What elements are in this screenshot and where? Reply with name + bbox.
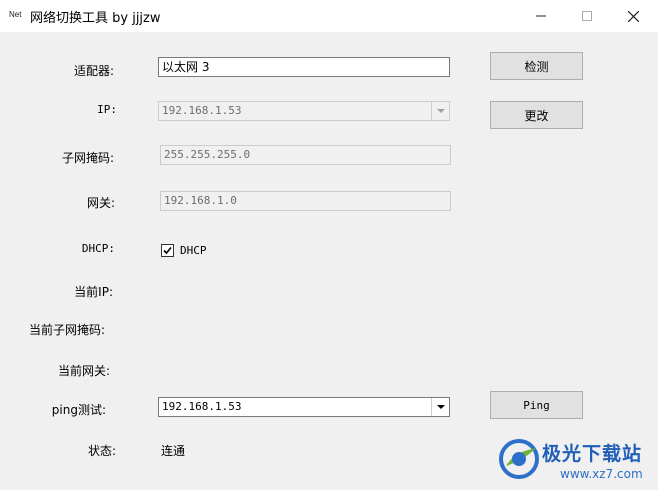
current-subnet-label: 当前子网掩码: (28, 323, 105, 337)
status-label: 状态: (87, 444, 116, 458)
watermark-logo-icon (499, 439, 539, 479)
status-value: 连通 (161, 444, 186, 458)
checkmark-icon (163, 246, 172, 255)
maximize-icon (582, 11, 592, 21)
ping-combobox[interactable]: 192.168.1.53 (158, 397, 450, 417)
detect-button[interactable]: 检测 (490, 52, 583, 80)
chevron-down-icon (436, 404, 445, 409)
ping-button[interactable]: Ping (490, 391, 583, 419)
current-ip-label: 当前IP: (74, 285, 113, 299)
adapter-input[interactable]: 以太网 3 (158, 57, 450, 77)
gateway-label: 网关: (86, 196, 115, 210)
maximize-button[interactable] (564, 0, 610, 32)
minimize-icon (536, 15, 546, 17)
app-icon: Net (9, 10, 22, 19)
ip-label: IP: (97, 103, 117, 116)
window-title: 网络切换工具 by jjjzw (30, 11, 161, 26)
current-gateway-label: 当前网关: (57, 364, 110, 378)
watermark-url: www.xz7.com (560, 467, 643, 481)
close-button[interactable] (610, 0, 656, 32)
ip-combobox-value: 192.168.1.53 (162, 104, 242, 117)
close-icon (627, 10, 639, 22)
gateway-input[interactable]: 192.168.1.0 (160, 191, 451, 211)
minimize-button[interactable] (518, 0, 564, 32)
dhcp-checkbox-label[interactable]: DHCP (180, 244, 207, 257)
chevron-down-icon (436, 108, 445, 113)
change-button[interactable]: 更改 (490, 101, 583, 129)
title-bar: Net 网络切换工具 by jjjzw (0, 0, 658, 32)
ping-label: ping测试: (51, 403, 106, 417)
watermark-brand: 极光下载站 (542, 443, 643, 465)
adapter-label: 适配器: (73, 64, 114, 78)
watermark: 极光下载站 www.xz7.com (498, 436, 654, 488)
ip-combobox[interactable]: 192.168.1.53 (158, 101, 450, 121)
ping-dropdown-button[interactable] (431, 398, 449, 416)
ping-combobox-value: 192.168.1.53 (162, 400, 242, 413)
dhcp-checkbox[interactable] (161, 244, 174, 257)
ip-dropdown-button[interactable] (431, 102, 449, 120)
subnet-input[interactable]: 255.255.255.0 (160, 145, 451, 165)
dhcp-label: DHCP: (81, 242, 115, 255)
subnet-label: 子网掩码: (61, 151, 114, 165)
